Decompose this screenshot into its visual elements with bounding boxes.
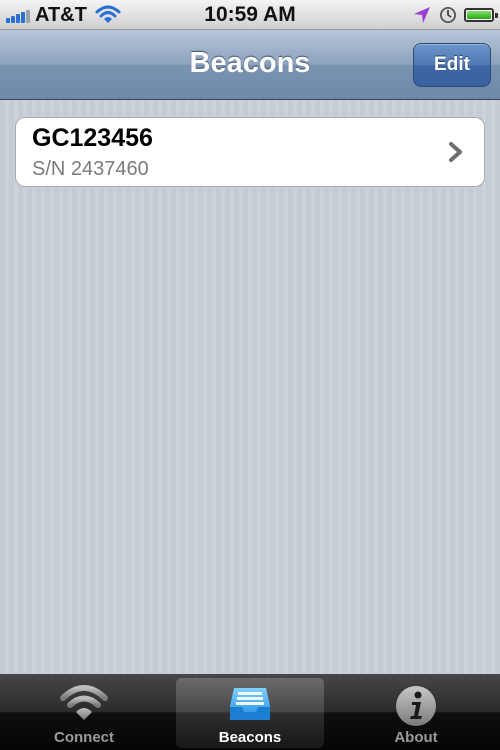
- wifi-icon: [60, 685, 108, 720]
- beacon-list: GC123456 S/N 2437460: [0, 100, 500, 674]
- edit-button[interactable]: Edit: [413, 43, 491, 87]
- tab-connect[interactable]: Connect: [4, 674, 164, 750]
- tab-beacons[interactable]: Beacons: [170, 674, 330, 750]
- tab-bar: Connect Beacons About: [0, 674, 500, 750]
- clock-icon: [440, 7, 456, 23]
- tab-about[interactable]: About: [336, 674, 496, 750]
- beacon-serial: S/N 2437460: [32, 158, 149, 180]
- inbox-icon: [230, 688, 270, 720]
- status-bar: AT&T 10:59 AM: [0, 0, 500, 30]
- chevron-right-icon: [449, 142, 462, 162]
- beacon-name: GC123456: [32, 124, 153, 152]
- list-item[interactable]: GC123456 S/N 2437460: [15, 117, 485, 187]
- info-icon: [396, 686, 436, 726]
- navigation-bar: Beacons Edit: [0, 30, 500, 100]
- status-right: [412, 4, 498, 26]
- tab-about-label: About: [394, 729, 438, 746]
- battery-icon: [464, 8, 498, 22]
- tab-connect-label: Connect: [54, 729, 114, 746]
- location-arrow-icon: [414, 7, 430, 23]
- tab-beacons-label: Beacons: [218, 729, 282, 746]
